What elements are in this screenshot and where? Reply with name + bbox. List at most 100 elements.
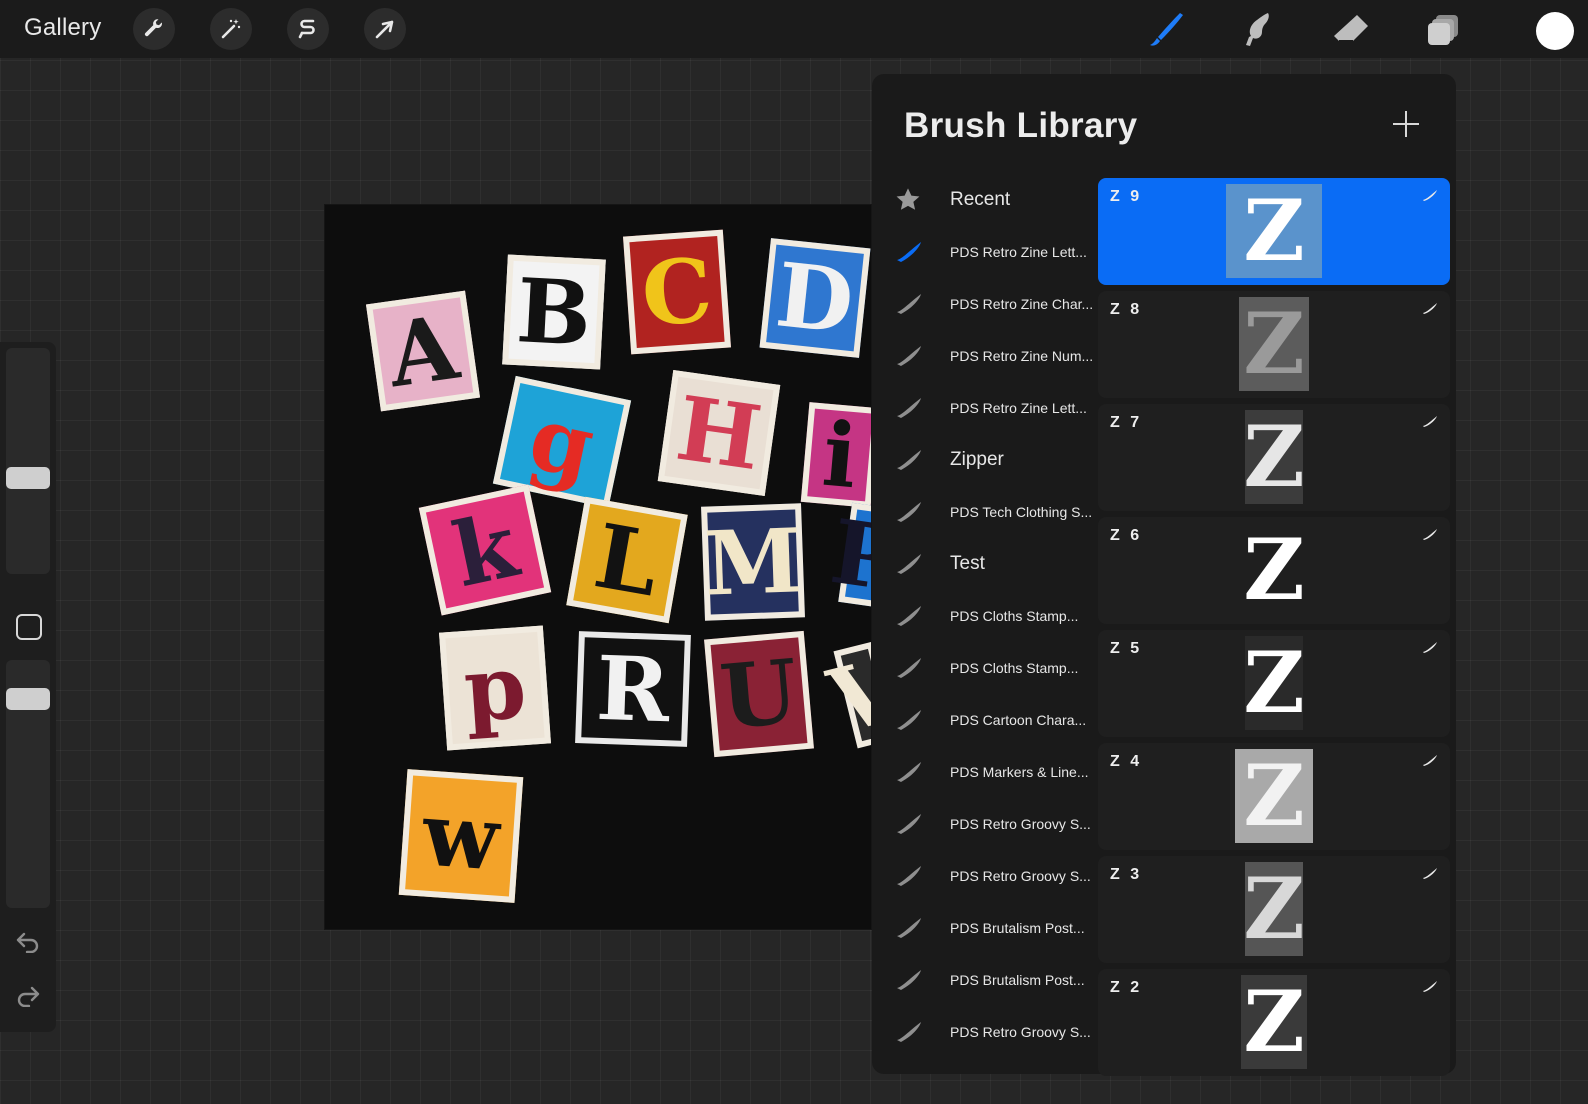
letter-tile: k: [418, 484, 552, 616]
brush-set-item[interactable]: PDS Markers & Line...: [872, 746, 1098, 798]
brush-name: Z 7: [1110, 414, 1143, 431]
brush-stroke-icon: [894, 1018, 924, 1046]
letter-tile: B: [502, 254, 606, 370]
letter-tile: p: [439, 625, 551, 751]
brush-set-item[interactable]: Zipper: [872, 434, 1098, 486]
brush-set-item[interactable]: PDS Retro Zine Num...: [872, 330, 1098, 382]
brush-name: Z 6: [1110, 527, 1143, 544]
brush-set-item[interactable]: PDS Retro Zine Lett...: [872, 382, 1098, 434]
letter-tile: V: [819, 636, 871, 754]
adjustments-button[interactable]: [210, 8, 252, 50]
brush-set-item[interactable]: PDS Tech Clothing S...: [872, 486, 1098, 538]
color-picker-button[interactable]: [1536, 12, 1574, 50]
brush-stroke-icon: [894, 446, 924, 474]
layers-icon: [1428, 15, 1458, 45]
modify-square-icon[interactable]: [16, 614, 42, 640]
brush-stroke-icon: [1422, 301, 1438, 315]
layers-button[interactable]: [1420, 8, 1466, 52]
brush-set-item[interactable]: PDS Retro Zine Lett...: [872, 226, 1098, 278]
letter-tile: H: [657, 370, 781, 496]
brush-item[interactable]: Z 6 Z: [1098, 517, 1450, 624]
brush-item[interactable]: Z 7 Z: [1098, 404, 1450, 511]
panel-title: Brush Library: [904, 106, 1138, 145]
plus-icon[interactable]: [1390, 108, 1422, 140]
brush-set-label: PDS Cartoon Chara...: [950, 712, 1087, 728]
brush-name: Z 9: [1110, 188, 1143, 205]
transform-button[interactable]: [364, 8, 406, 50]
brush-stroke-icon: [894, 654, 924, 682]
brush-stroke-icon: [894, 966, 924, 994]
drawing-canvas[interactable]: ABCDgHikLMPpRUVw: [325, 205, 871, 929]
brush-stroke-icon: [894, 394, 924, 422]
brush-set-label: PDS Retro Zine Lett...: [950, 400, 1087, 416]
selection-button[interactable]: [287, 8, 329, 50]
brush-preview: Z: [1226, 184, 1322, 278]
letter-tile: P: [825, 499, 871, 611]
gallery-button[interactable]: Gallery: [24, 14, 101, 42]
brush-preview: Z: [1235, 749, 1313, 843]
opacity-slider-thumb[interactable]: [6, 688, 50, 711]
smudge-tool-button[interactable]: [1234, 8, 1280, 52]
brush-stroke-icon: [1422, 753, 1438, 767]
brush-set-label: PDS Tech Clothing S...: [950, 504, 1093, 520]
redo-icon[interactable]: [14, 982, 42, 1010]
brush-stroke-icon: [894, 810, 924, 838]
letter-tile: R: [575, 631, 691, 747]
top-toolbar: Gallery: [0, 0, 1588, 58]
magic-wand-icon: [221, 19, 241, 39]
letter-tile: L: [566, 496, 688, 624]
undo-icon[interactable]: [14, 928, 42, 956]
star-icon: [894, 186, 924, 214]
brush-set-item[interactable]: Recent: [872, 174, 1098, 226]
brush-item[interactable]: Z 5 Z: [1098, 630, 1450, 737]
brush-icon: [1150, 13, 1183, 46]
brush-stroke-icon: [894, 914, 924, 942]
brush-library-panel: Brush Library Recent PDS Retro Zine Lett.…: [872, 74, 1456, 1076]
brush-item[interactable]: Z 3 Z: [1098, 856, 1450, 963]
brush-set-item[interactable]: PDS Brutalism Post...: [872, 954, 1098, 1006]
brush-set-item[interactable]: PDS Retro Zine Char...: [872, 278, 1098, 330]
wrench-icon: [144, 19, 163, 37]
brush-set-item[interactable]: PDS Retro Groovy S...: [872, 798, 1098, 850]
brush-set-item[interactable]: PDS Cloths Stamp...: [872, 642, 1098, 694]
brush-set-label: PDS Retro Groovy S...: [950, 868, 1091, 884]
brush-name: Z 4: [1110, 753, 1143, 770]
letter-tile: w: [398, 769, 524, 903]
brush-stroke-icon: [1422, 866, 1438, 880]
brush-item[interactable]: Z 4 Z: [1098, 743, 1450, 850]
actions-button[interactable]: [133, 8, 175, 50]
brush-stroke-icon: [1422, 188, 1438, 202]
brush-set-label: PDS Cloths Stamp...: [950, 608, 1079, 624]
brush-stroke-icon: [894, 862, 924, 890]
eraser-icon: [1334, 15, 1368, 42]
brush-preview: Z: [1241, 975, 1307, 1069]
brush-set-label: PDS Retro Zine Lett...: [950, 244, 1087, 260]
brush-size-slider-thumb[interactable]: [6, 467, 50, 490]
brush-stroke-icon: [894, 238, 924, 266]
brush-preview: Z: [1243, 407, 1305, 506]
brush-size-slider[interactable]: [6, 348, 50, 574]
brush-set-item[interactable]: PDS Retro Groovy S...: [872, 850, 1098, 902]
brush-set-item[interactable]: PDS Brutalism Post...: [872, 902, 1098, 954]
brush-set-item[interactable]: Test: [872, 538, 1098, 590]
brush-set-label: PDS Brutalism Post...: [950, 972, 1085, 988]
smudge-icon: [1246, 13, 1269, 46]
brush-tool-button[interactable]: [1142, 8, 1188, 52]
brush-stroke-icon: [894, 498, 924, 526]
brush-set-item[interactable]: PDS Retro Groovy S...: [872, 1006, 1098, 1058]
brush-set-label: Test: [950, 553, 985, 574]
brush-set-label: PDS Brutalism Post...: [950, 920, 1085, 936]
letter-tile: M: [701, 503, 805, 621]
transform-arrow-icon: [375, 20, 394, 39]
eraser-tool-button[interactable]: [1328, 8, 1374, 52]
brush-set-item[interactable]: PDS Cloths Stamp...: [872, 590, 1098, 642]
brush-name: Z 8: [1110, 301, 1143, 318]
brush-preview: Z: [1243, 633, 1305, 732]
brush-set-item[interactable]: PDS Cartoon Chara...: [872, 694, 1098, 746]
brush-set-label: Zipper: [950, 449, 1004, 470]
brush-item[interactable]: Z 8 Z: [1098, 291, 1450, 398]
brush-item[interactable]: Z 9 Z: [1098, 178, 1450, 285]
brush-item[interactable]: Z 2 Z: [1098, 969, 1450, 1076]
brush-preview: Z: [1243, 520, 1305, 619]
brush-stroke-icon: [1422, 640, 1438, 654]
